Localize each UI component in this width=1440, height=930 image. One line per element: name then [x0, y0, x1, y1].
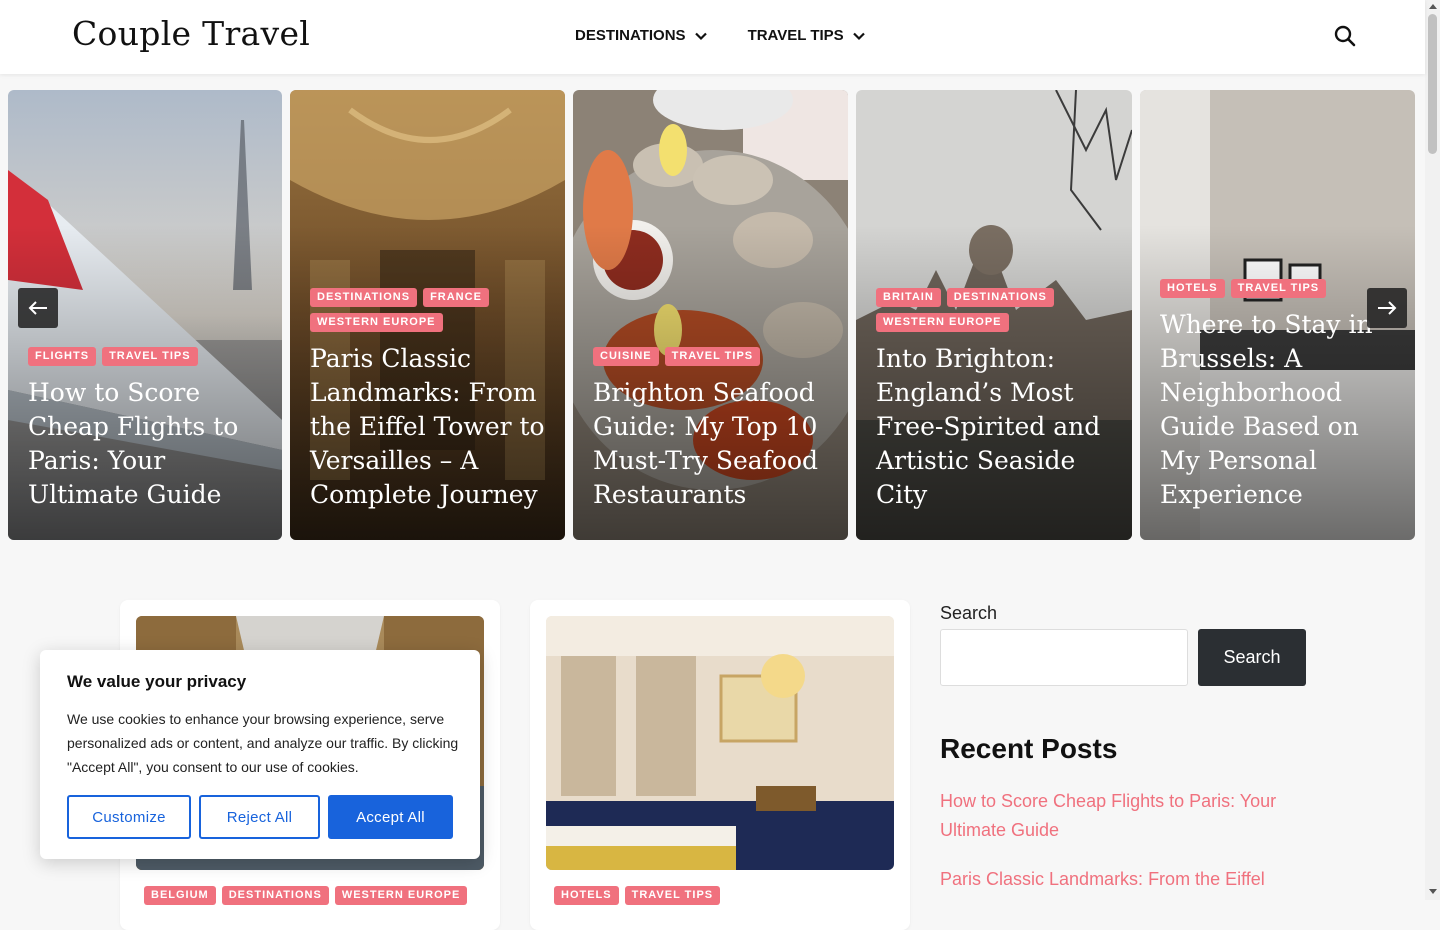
slider-next-button[interactable]	[1367, 288, 1407, 328]
arrow-left-icon	[28, 301, 47, 315]
slide[interactable]: CUISINE TRAVEL TIPS Brighton Seafood Gui…	[573, 90, 848, 540]
chevron-down-icon	[694, 32, 707, 40]
post-card[interactable]: HOTELS TRAVEL TIPS	[530, 600, 910, 930]
cookie-consent-banner: We value your privacy We use cookies to …	[40, 650, 480, 859]
tag[interactable]: CUISINE	[593, 347, 659, 366]
post-image	[546, 616, 894, 870]
slide-title[interactable]: Where to Stay in Brussels: A Neighborhoo…	[1160, 308, 1397, 512]
slide-content: HOTELS TRAVEL TIPS Where to Stay in Brus…	[1160, 279, 1397, 512]
post-tags: HOTELS TRAVEL TIPS	[554, 886, 721, 905]
recent-post-link[interactable]: How to Score Cheap Flights to Paris: You…	[940, 787, 1310, 845]
post-tags: BELGIUM DESTINATIONS WESTERN EUROPE	[144, 886, 468, 905]
scroll-down-icon[interactable]	[1429, 889, 1437, 894]
slide-content: BRITAIN DESTINATIONS WESTERN EUROPE Into…	[876, 288, 1114, 512]
nav-destinations-label: DESTINATIONS	[575, 27, 686, 44]
nav-travel-tips-label: TRAVEL TIPS	[747, 27, 844, 44]
tag[interactable]: FRANCE	[423, 288, 489, 307]
search-icon[interactable]	[1333, 24, 1357, 48]
reject-all-button[interactable]: Reject All	[199, 795, 320, 839]
scroll-thumb[interactable]	[1428, 14, 1437, 154]
sidebar-search-input[interactable]	[940, 629, 1188, 686]
recent-posts-heading: Recent Posts	[940, 733, 1118, 764]
slide-content: FLIGHTS TRAVEL TIPS How to Score Cheap F…	[28, 347, 264, 512]
arrow-right-icon	[1378, 301, 1397, 315]
tag[interactable]: WESTERN EUROPE	[876, 313, 1009, 332]
tag[interactable]: DESTINATIONS	[946, 288, 1054, 307]
tag[interactable]: DESTINATIONS	[221, 886, 329, 905]
slide-title[interactable]: Brighton Seafood Guide: My Top 10 Must-T…	[593, 376, 830, 512]
tag[interactable]: BRITAIN	[876, 288, 941, 307]
tag[interactable]: HOTELS	[1160, 279, 1225, 298]
recent-post-link[interactable]: Paris Classic Landmarks: From the Eiffel	[940, 865, 1310, 894]
page-scrollbar[interactable]	[1425, 0, 1440, 900]
scroll-up-icon[interactable]	[1429, 4, 1437, 9]
tag[interactable]: HOTELS	[554, 886, 619, 905]
site-logo[interactable]: Couple Travel	[72, 14, 310, 53]
tag[interactable]: BELGIUM	[144, 886, 216, 905]
tag[interactable]: TRAVEL TIPS	[1230, 279, 1327, 298]
accept-all-button[interactable]: Accept All	[328, 795, 453, 839]
slide-title[interactable]: Into Brighton: England’s Most Free-Spiri…	[876, 342, 1114, 512]
tag[interactable]: TRAVEL TIPS	[664, 347, 761, 366]
slide-tags: HOTELS TRAVEL TIPS	[1160, 279, 1397, 298]
slide-tags: CUISINE TRAVEL TIPS	[593, 347, 830, 366]
slide[interactable]: BRITAIN DESTINATIONS WESTERN EUROPE Into…	[856, 90, 1132, 540]
slide-content: DESTINATIONS FRANCE WESTERN EUROPE Paris…	[310, 288, 547, 512]
slide-content: CUISINE TRAVEL TIPS Brighton Seafood Gui…	[593, 347, 830, 512]
sidebar-search-button[interactable]: Search	[1198, 629, 1306, 686]
tag[interactable]: WESTERN EUROPE	[310, 313, 443, 332]
tag[interactable]: FLIGHTS	[28, 347, 97, 366]
tag[interactable]: DESTINATIONS	[310, 288, 418, 307]
slider-prev-button[interactable]	[18, 288, 58, 328]
cookie-title: We value your privacy	[67, 672, 247, 691]
post-thumbnail[interactable]	[546, 616, 894, 870]
tag[interactable]: WESTERN EUROPE	[334, 886, 468, 905]
cookie-text: We use cookies to enhance your browsing …	[67, 711, 459, 775]
slide-title[interactable]: How to Score Cheap Flights to Paris: You…	[28, 376, 264, 512]
chevron-down-icon	[852, 32, 865, 40]
main-nav: DESTINATIONS TRAVEL TIPS	[575, 27, 866, 44]
featured-slider: FLIGHTS TRAVEL TIPS How to Score Cheap F…	[0, 90, 1425, 540]
slide-tags: BRITAIN DESTINATIONS WESTERN EUROPE	[876, 288, 1114, 332]
site-header: Couple Travel DESTINATIONS TRAVEL TIPS	[0, 0, 1425, 74]
customize-button[interactable]: Customize	[67, 795, 191, 839]
slide-tags: FLIGHTS TRAVEL TIPS	[28, 347, 264, 366]
nav-travel-tips[interactable]: TRAVEL TIPS	[748, 27, 866, 44]
tag[interactable]: TRAVEL TIPS	[102, 347, 198, 366]
slide-tags: DESTINATIONS FRANCE WESTERN EUROPE	[310, 288, 547, 332]
nav-destinations[interactable]: DESTINATIONS	[575, 27, 708, 44]
slide-title[interactable]: Paris Classic Landmarks: From the Eiffel…	[310, 342, 547, 512]
tag[interactable]: TRAVEL TIPS	[624, 886, 721, 905]
slide[interactable]: DESTINATIONS FRANCE WESTERN EUROPE Paris…	[290, 90, 565, 540]
sidebar-search-label: Search	[940, 603, 998, 623]
